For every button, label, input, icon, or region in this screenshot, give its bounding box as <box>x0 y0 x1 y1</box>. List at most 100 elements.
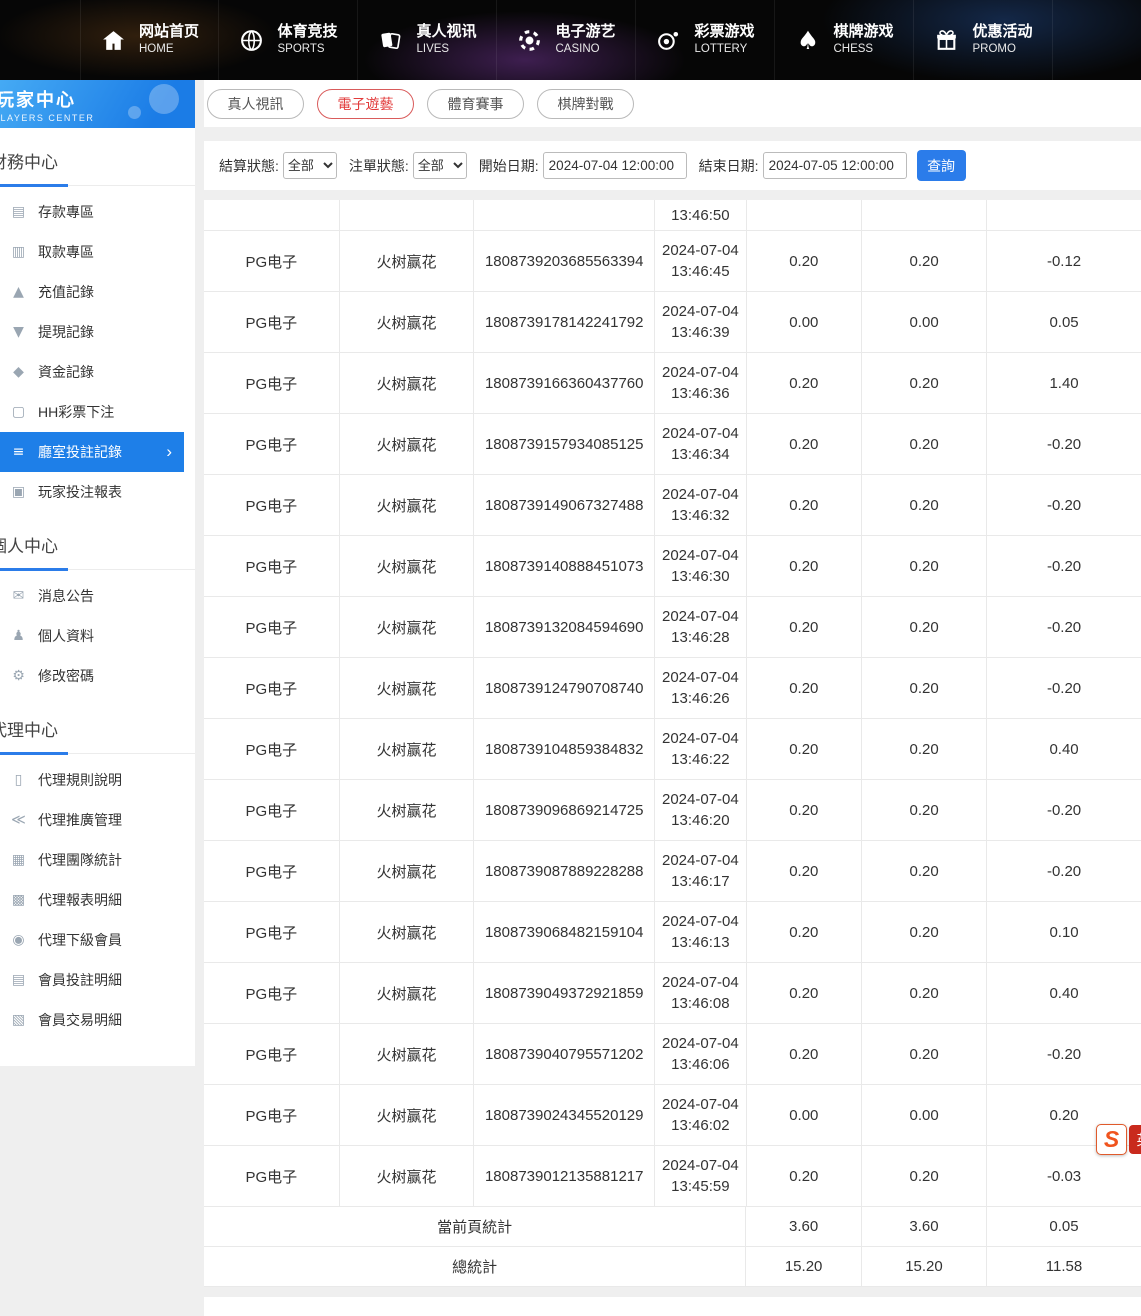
sidebar-item-change-password[interactable]: ⚙ 修改密碼 <box>0 656 195 696</box>
top-navigation: 网站首页 HOME 体育竞技 SPORTS 真人视讯 LIVES 电子游艺 CA… <box>0 0 1141 80</box>
bet-clock-time: 13:46:17 <box>671 871 729 892</box>
cell-game-name: 火树赢花 <box>340 780 475 840</box>
sidebar-item-deposit-zone[interactable]: ▤ 存款專區 <box>0 192 195 232</box>
cell-win-loss <box>987 200 1141 230</box>
table-row: PG电子 火树赢花 1808739178142241792 2024-07-04… <box>204 292 1141 353</box>
sidebar-item-recharge-record[interactable]: ▲ 充值記錄 <box>0 272 195 312</box>
cell-bet-time: 2024-07-04 13:45:59 <box>655 1146 746 1206</box>
table-row: PG电子 火树赢花 1808739096869214725 2024-07-04… <box>204 780 1141 841</box>
cell-bet-time: 2024-07-04 13:46:36 <box>655 353 746 413</box>
cell-bet-amount: 0.20 <box>747 414 862 474</box>
cell-game-type: PG电子 <box>204 902 340 962</box>
decorative-bubble <box>149 84 179 114</box>
sogou-logo-icon[interactable]: S <box>1096 1124 1127 1155</box>
grand-total-win-loss: 11.58 <box>987 1247 1141 1286</box>
cell-game-type: PG电子 <box>204 536 340 596</box>
sidebar-item-label: 存款專區 <box>38 202 94 222</box>
nav-item-lives[interactable]: 真人视讯 LIVES <box>358 0 497 80</box>
cell-order-id: 1808739157934085125 <box>474 414 655 474</box>
cell-bet-amount: 0.20 <box>747 536 862 596</box>
start-date-input[interactable] <box>543 152 687 179</box>
ime-language-badge[interactable]: 英 <box>1129 1125 1141 1154</box>
player-center-subtitle: PLAYERS CENTER <box>0 113 195 123</box>
cell-bet-time: 2024-07-04 13:46:32 <box>655 475 746 535</box>
table-row: PG电子 火树赢花 1808739104859384832 2024-07-04… <box>204 719 1141 780</box>
nav-item-chess[interactable]: ♠ 棋牌游戏 CHESS <box>775 0 914 80</box>
sidebar-item-agent-promotion[interactable]: ≪ 代理推廣管理 <box>0 800 195 840</box>
cell-game-name: 火树赢花 <box>340 963 475 1023</box>
cell-game-type: PG电子 <box>204 353 340 413</box>
nav-label-en: SPORTS <box>277 42 337 56</box>
bet-date: 2024-07-04 <box>662 789 739 810</box>
settle-status-select[interactable]: 全部 <box>283 152 337 179</box>
cell-valid-amount: 0.00 <box>862 292 987 352</box>
lottery-bet-icon: ▢ <box>10 404 27 420</box>
cell-game-type: PG电子 <box>204 231 340 291</box>
nav-label-zh: 彩票游戏 <box>694 23 754 42</box>
cell-valid-amount: 0.20 <box>862 1146 987 1206</box>
cell-order-id: 1808739087889228288 <box>474 841 655 901</box>
sidebar-item-profile[interactable]: ♟ 個人資料 <box>0 616 195 656</box>
nav-item-home[interactable]: 网站首页 HOME <box>80 0 219 80</box>
bet-clock-time: 13:46:34 <box>671 444 729 465</box>
nav-item-promo[interactable]: 优惠活动 PROMO <box>914 0 1053 80</box>
cell-bet-amount: 0.20 <box>747 597 862 657</box>
sidebar-item-withdraw-record[interactable]: ▼ 提現記錄 <box>0 312 195 352</box>
sidebar-item-member-bet-detail[interactable]: ▤ 會員投註明細 <box>0 960 195 1000</box>
nav-label-en: LOTTERY <box>694 42 754 56</box>
sidebar-item-player-bet-report[interactable]: ▣ 玩家投注報表 <box>0 472 195 512</box>
sidebar-item-agent-team-stats[interactable]: ▦ 代理團隊統計 <box>0 840 195 880</box>
nav-item-casino[interactable]: 电子游艺 CASINO <box>497 0 636 80</box>
cell-game-type: PG电子 <box>204 658 340 718</box>
bet-date: 2024-07-04 <box>662 484 739 505</box>
cell-win-loss: 0.10 <box>987 902 1141 962</box>
sidebar-item-label: 代理推廣管理 <box>38 810 122 830</box>
table-row: PG电子 火树赢花 1808739166360437760 2024-07-04… <box>204 353 1141 414</box>
tab-sports-events[interactable]: 體育賽事 <box>427 89 524 119</box>
tab-electronic-games[interactable]: 電子遊藝 <box>317 89 414 119</box>
bet-date: 2024-07-04 <box>662 972 739 993</box>
cell-game-type: PG电子 <box>204 719 340 779</box>
cell-bet-time: 13:46:50 <box>655 200 746 230</box>
report-detail-icon: ▩ <box>10 892 27 908</box>
sidebar-item-funds-record[interactable]: ◆ 資金記錄 <box>0 352 195 392</box>
stats-icon: ▦ <box>10 852 27 868</box>
search-button[interactable]: 查詢 <box>917 150 966 181</box>
end-date-input[interactable] <box>763 152 907 179</box>
cell-bet-time: 2024-07-04 13:46:20 <box>655 780 746 840</box>
cell-bet-amount: 0.20 <box>747 231 862 291</box>
cell-order-id: 1808739104859384832 <box>474 719 655 779</box>
cell-game-type: PG电子 <box>204 292 340 352</box>
sidebar-item-hh-lottery-bet[interactable]: ▢ HH彩票下注 <box>0 392 195 432</box>
cell-order-id: 1808739024345520129 <box>474 1085 655 1145</box>
nav-item-sports[interactable]: 体育竞技 SPORTS <box>219 0 358 80</box>
tab-chess-battle[interactable]: 棋牌對戰 <box>537 89 634 119</box>
sidebar-item-announcements[interactable]: ✉ 消息公告 <box>0 576 195 616</box>
cell-valid-amount: 0.20 <box>862 658 987 718</box>
cell-game-type: PG电子 <box>204 597 340 657</box>
sidebar-item-agent-rules[interactable]: ▯ 代理規則說明 <box>0 760 195 800</box>
live-cards-icon <box>377 27 404 54</box>
page-total-valid: 3.60 <box>862 1207 987 1246</box>
sidebar-item-room-bet-record[interactable]: ≡ 廳室投註記錄 › <box>0 432 184 472</box>
cell-bet-time: 2024-07-04 13:46:22 <box>655 719 746 779</box>
settle-status-label: 結算狀態: <box>219 156 279 176</box>
withdraw-cash-icon: ▥ <box>10 244 27 260</box>
bet-clock-time: 13:46:28 <box>671 627 729 648</box>
sidebar-item-withdraw-zone[interactable]: ▥ 取款專區 <box>0 232 195 272</box>
cell-order-id: 1808739012135881217 <box>474 1146 655 1206</box>
tab-live-video[interactable]: 真人視訊 <box>207 89 304 119</box>
sidebar-item-agent-sub-members[interactable]: ◉ 代理下級會員 <box>0 920 195 960</box>
cell-valid-amount <box>862 200 987 230</box>
cell-game-name: 火树赢花 <box>340 536 475 596</box>
sidebar-item-member-transaction-detail[interactable]: ▧ 會員交易明細 <box>0 1000 195 1040</box>
nav-item-lottery[interactable]: 彩票游戏 LOTTERY <box>636 0 775 80</box>
cell-win-loss: -0.20 <box>987 1024 1141 1084</box>
bet-date: 2024-07-04 <box>662 728 739 749</box>
person-icon: ♟ <box>10 628 27 644</box>
order-status-select[interactable]: 全部 <box>413 152 467 179</box>
cell-win-loss: 0.40 <box>987 963 1141 1023</box>
sidebar-item-agent-report-detail[interactable]: ▩ 代理報表明細 <box>0 880 195 920</box>
sidebar-item-label: 玩家投注報表 <box>38 482 122 502</box>
sidebar-item-label: 代理報表明細 <box>38 890 122 910</box>
